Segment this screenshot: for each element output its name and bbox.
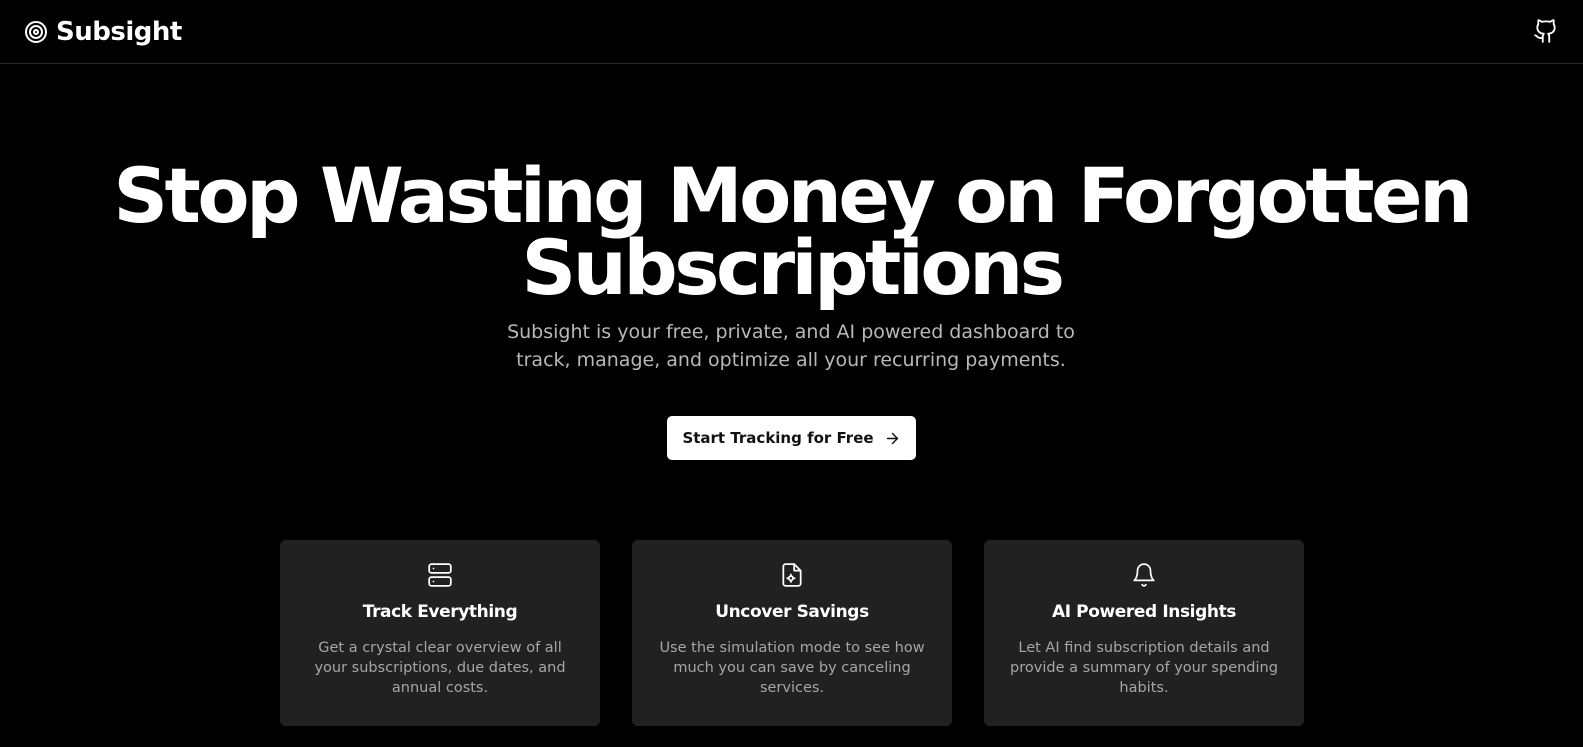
hero-subtitle: Subsight is your free, private, and AI p… [507, 321, 1075, 371]
feature-title: AI Powered Insights [1051, 602, 1237, 622]
file-cog-icon [782, 563, 802, 587]
arrow-right-icon [886, 432, 898, 444]
start-tracking-button[interactable]: Start Tracking for Free [667, 416, 916, 460]
feature-description: Let AI find subscription details and pro… [1010, 640, 1278, 696]
feature-card-track-everything: Track Everything Get a crystal clear ove… [280, 540, 600, 726]
feature-card-ai-powered-insights: AI Powered Insights Let AI find subscrip… [984, 540, 1304, 726]
brand-logo-link[interactable]: Subsight [24, 14, 182, 50]
feature-description: Get a crystal clear overview of all your… [314, 640, 566, 696]
github-icon[interactable] [1533, 18, 1559, 44]
server-icon [428, 563, 452, 587]
bell-icon [1133, 563, 1155, 587]
feature-title: Track Everything [362, 602, 518, 622]
top-navigation-bar: Subsight [0, 0, 1583, 64]
brand-name: Subsight [56, 17, 182, 47]
target-icon [25, 21, 47, 43]
hero-title: Stop Wasting Money on Forgotten Subscrip… [113, 151, 1473, 312]
feature-card-uncover-savings: Uncover Savings Use the simulation mode … [632, 540, 952, 726]
feature-description: Use the simulation mode to see how much … [659, 640, 925, 696]
feature-title: Uncover Savings [715, 602, 869, 622]
start-tracking-button-label: Start Tracking for Free [682, 429, 874, 447]
